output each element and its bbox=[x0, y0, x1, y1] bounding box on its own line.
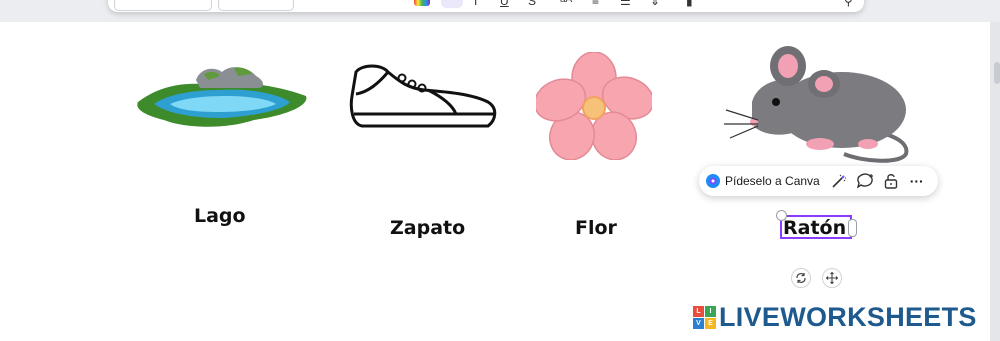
list-icon[interactable]: ☰ bbox=[620, 0, 631, 8]
effects-icon[interactable]: ▮ bbox=[686, 0, 693, 8]
scrollbar-track[interactable] bbox=[990, 22, 1000, 341]
align-icon[interactable]: ≡ bbox=[592, 0, 599, 8]
resize-handle[interactable] bbox=[848, 219, 857, 237]
text-color-icon[interactable] bbox=[414, 0, 430, 6]
mouse-icon[interactable] bbox=[724, 44, 910, 166]
spacing-icon[interactable]: ⇕ bbox=[650, 0, 660, 8]
text-toolbar: I U S aA ≡ ☰ ⇕ ▮ ⚲ bbox=[108, 0, 864, 12]
rotate-icon[interactable] bbox=[791, 268, 811, 288]
shoe-icon[interactable] bbox=[348, 60, 498, 135]
lake-icon[interactable] bbox=[134, 60, 312, 132]
logo-block: E bbox=[705, 317, 716, 329]
selection-box[interactable] bbox=[780, 215, 852, 239]
canva-logo-icon bbox=[706, 174, 720, 188]
move-icon[interactable] bbox=[822, 268, 842, 288]
logo-blocks: L I V E bbox=[693, 305, 716, 329]
font-family-field[interactable] bbox=[114, 0, 212, 11]
bold-button[interactable] bbox=[441, 0, 463, 8]
paint-roller-icon[interactable]: ⚲ bbox=[844, 0, 853, 8]
ask-canva-label: Pídeselo a Canva bbox=[725, 174, 820, 188]
strikethrough-icon[interactable]: S bbox=[528, 0, 536, 8]
word-label: Flor bbox=[575, 217, 617, 239]
selection-handle[interactable] bbox=[776, 210, 787, 221]
liveworksheets-logo: L I V E LIVEWORKSHEETS bbox=[693, 300, 977, 334]
logo-block: I bbox=[705, 305, 716, 317]
magic-wand-icon[interactable] bbox=[831, 173, 847, 189]
ask-canva-button[interactable]: Pídeselo a Canva bbox=[706, 174, 820, 188]
logo-block: V bbox=[693, 317, 704, 329]
brand-text: LIVEWORKSHEETS bbox=[719, 301, 977, 332]
case-icon[interactable]: aA bbox=[560, 0, 572, 5]
word-label: Zapato bbox=[390, 217, 466, 239]
underline-icon[interactable]: U bbox=[500, 0, 509, 8]
font-size-field[interactable] bbox=[218, 0, 294, 11]
flower-icon[interactable] bbox=[536, 52, 652, 160]
italic-icon[interactable]: I bbox=[474, 0, 477, 8]
context-menu: Pídeselo a Canva ··· bbox=[699, 166, 938, 196]
logo-block: L bbox=[693, 305, 704, 317]
comment-icon[interactable] bbox=[856, 173, 875, 189]
more-options-icon[interactable]: ··· bbox=[910, 173, 924, 189]
lock-icon[interactable] bbox=[884, 173, 898, 189]
word-label: Lago bbox=[194, 205, 246, 227]
scrollbar-thumb[interactable] bbox=[994, 62, 1000, 84]
